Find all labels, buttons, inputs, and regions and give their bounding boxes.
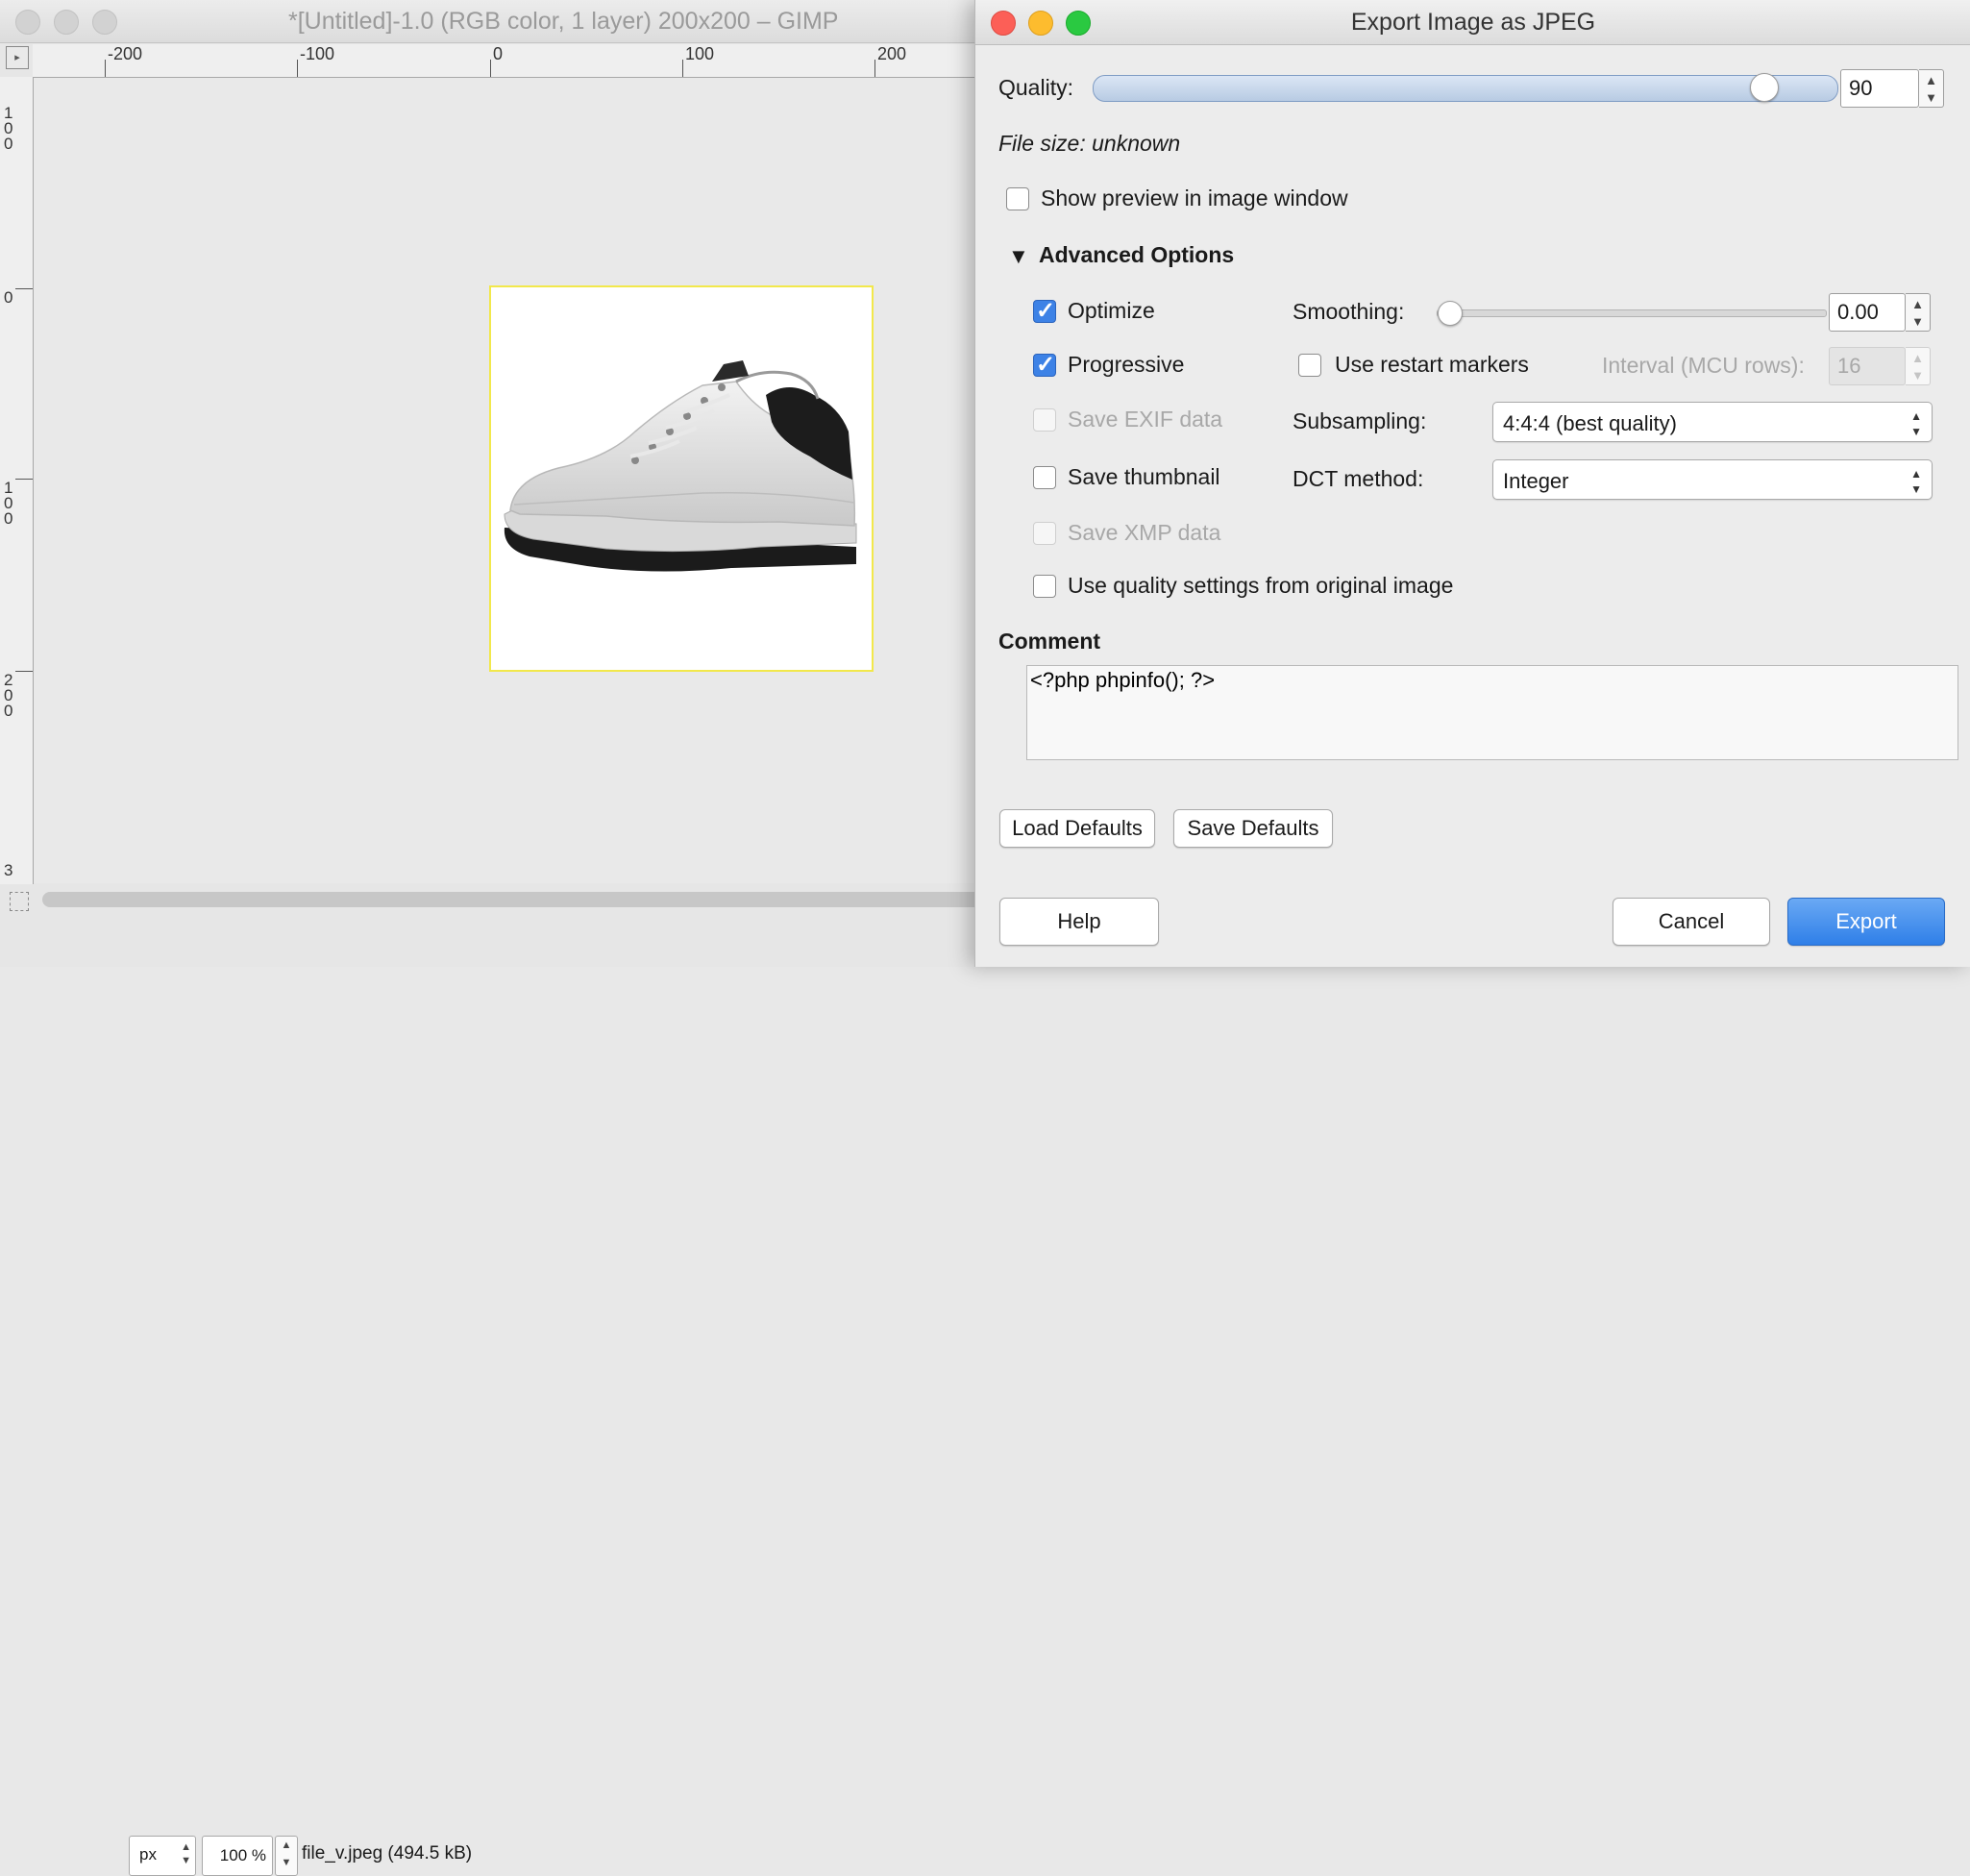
optimize-checkbox[interactable] <box>1033 297 1056 325</box>
status-bar: px ▲ ▼ 100 % ▲ ▼ file_v.jpeg (494.5 kB) <box>0 913 990 1876</box>
help-button[interactable]: Help <box>999 898 1159 946</box>
dct-method-select[interactable]: Integer ▲ ▼ <box>1492 459 1933 500</box>
save-xmp-checkbox <box>1033 522 1056 545</box>
unit-value: px <box>139 1845 157 1864</box>
save-thumbnail-checkbox[interactable] <box>1033 466 1056 489</box>
select-arrows-icon: ▲ ▼ <box>1910 409 1922 438</box>
export-jpeg-dialog: Export Image as JPEG Quality: 90 ▲ ▼ File… <box>974 0 1970 967</box>
vertical-ruler[interactable]: 100 0 100 200 3 <box>0 77 34 884</box>
export-button[interactable]: Export <box>1787 898 1945 946</box>
ruler-label: 100 <box>685 44 715 63</box>
dct-method-value: Integer <box>1503 469 1569 493</box>
dialog-titlebar: Export Image as JPEG <box>975 0 1970 45</box>
quality-value: 90 <box>1849 76 1873 100</box>
file-status-text: file_v.jpeg (494.5 kB) <box>302 1843 473 1864</box>
use-original-quality-checkbox[interactable] <box>1033 575 1056 598</box>
interval-value: 16 <box>1837 354 1861 378</box>
load-defaults-button[interactable]: Load Defaults <box>999 809 1155 848</box>
zoom-value: 100 % <box>219 1846 266 1864</box>
ruler-label: 0 <box>493 44 504 63</box>
smoothing-stepper[interactable]: ▲ ▼ <box>1906 293 1931 332</box>
quality-stepper[interactable]: ▲ ▼ <box>1919 69 1944 108</box>
show-preview-label[interactable]: Show preview in image window <box>1041 185 1348 211</box>
save-thumbnail-label[interactable]: Save thumbnail <box>1068 464 1220 490</box>
interval-stepper: ▲ ▼ <box>1906 347 1931 385</box>
quality-input[interactable]: 90 <box>1840 69 1919 108</box>
use-original-quality-label[interactable]: Use quality settings from original image <box>1068 573 1453 599</box>
ruler-label: 200 <box>4 671 13 720</box>
smoothing-label: Smoothing: <box>1293 299 1405 324</box>
disclosure-triangle-icon[interactable]: ▼ <box>1008 244 1029 269</box>
ruler-label: 200 <box>877 44 907 63</box>
restart-markers-label[interactable]: Use restart markers <box>1335 352 1529 378</box>
progressive-label[interactable]: Progressive <box>1068 352 1184 378</box>
show-preview-checkbox[interactable] <box>1006 187 1029 210</box>
quality-slider-thumb[interactable] <box>1749 73 1779 102</box>
unit-stepper-icon: ▲ ▼ <box>181 1841 191 1866</box>
optimize-label[interactable]: Optimize <box>1068 298 1155 324</box>
ruler-tick <box>15 288 33 289</box>
ruler-label: 100 <box>4 479 13 528</box>
unit-selector[interactable]: px ▲ ▼ <box>129 1836 196 1876</box>
cancel-button[interactable]: Cancel <box>1613 898 1770 946</box>
save-xmp-label: Save XMP data <box>1068 520 1221 545</box>
zoom-field[interactable]: 100 % <box>202 1836 273 1876</box>
select-arrows-icon: ▲ ▼ <box>1910 467 1922 496</box>
smoothing-slider[interactable] <box>1437 301 1827 326</box>
comment-label: Comment <box>998 629 1101 654</box>
comment-textarea[interactable]: <?php phpinfo(); ?> <box>1026 665 1958 760</box>
navigate-corner-icon[interactable] <box>10 892 29 911</box>
ruler-tick <box>490 60 491 77</box>
gimp-close-button[interactable] <box>15 10 40 35</box>
quality-slider[interactable] <box>1093 73 1838 102</box>
ruler-label: -200 <box>108 44 143 63</box>
ruler-tick <box>15 671 33 672</box>
ruler-tick <box>682 60 683 77</box>
advanced-options-header[interactable]: Advanced Options <box>1039 242 1234 268</box>
ruler-label: 3 <box>4 861 13 879</box>
file-size-text: File size: unknown <box>998 131 1181 156</box>
interval-label: Interval (MCU rows): <box>1602 353 1805 378</box>
save-defaults-button[interactable]: Save Defaults <box>1173 809 1333 848</box>
ruler-tick <box>297 60 298 77</box>
save-exif-label: Save EXIF data <box>1068 407 1223 432</box>
interval-input: 16 <box>1829 347 1906 385</box>
save-exif-checkbox <box>1033 408 1056 432</box>
gimp-image-window: *[Untitled]-1.0 (RGB color, 1 layer) 200… <box>0 0 990 1876</box>
zoom-stepper[interactable]: ▲ ▼ <box>275 1836 298 1876</box>
ruler-tick <box>874 60 875 77</box>
smoothing-value: 0.00 <box>1837 300 1879 324</box>
horizontal-ruler[interactable]: -200 -100 0 100 200 <box>33 44 990 78</box>
horizontal-scrollbar[interactable] <box>42 892 990 907</box>
ruler-tick <box>105 60 106 77</box>
gimp-titlebar: *[Untitled]-1.0 (RGB color, 1 layer) 200… <box>0 0 990 43</box>
ruler-label: 100 <box>4 104 13 153</box>
sneaker-image <box>504 360 857 572</box>
ruler-label: 0 <box>4 288 13 307</box>
gimp-minimize-button[interactable] <box>54 10 79 35</box>
subsampling-select[interactable]: 4:4:4 (best quality) ▲ ▼ <box>1492 402 1933 442</box>
subsampling-label: Subsampling: <box>1293 408 1427 433</box>
smoothing-input[interactable]: 0.00 <box>1829 293 1906 332</box>
subsampling-value: 4:4:4 (best quality) <box>1503 411 1677 435</box>
restart-markers-checkbox[interactable] <box>1298 354 1321 377</box>
gimp-zoom-button[interactable] <box>92 10 117 35</box>
dialog-title: Export Image as JPEG <box>1350 9 1596 36</box>
gimp-window-title: *[Untitled]-1.0 (RGB color, 1 layer) 200… <box>288 8 839 35</box>
ruler-corner-menu-button[interactable]: ▸ <box>6 46 29 69</box>
smoothing-slider-thumb[interactable] <box>1438 301 1463 326</box>
progressive-checkbox[interactable] <box>1033 351 1056 379</box>
ruler-tick <box>15 479 33 480</box>
dct-method-label: DCT method: <box>1293 466 1424 491</box>
ruler-label: -100 <box>300 44 335 63</box>
quality-label: Quality: <box>998 75 1073 100</box>
image-layer-bounds[interactable] <box>489 285 874 672</box>
